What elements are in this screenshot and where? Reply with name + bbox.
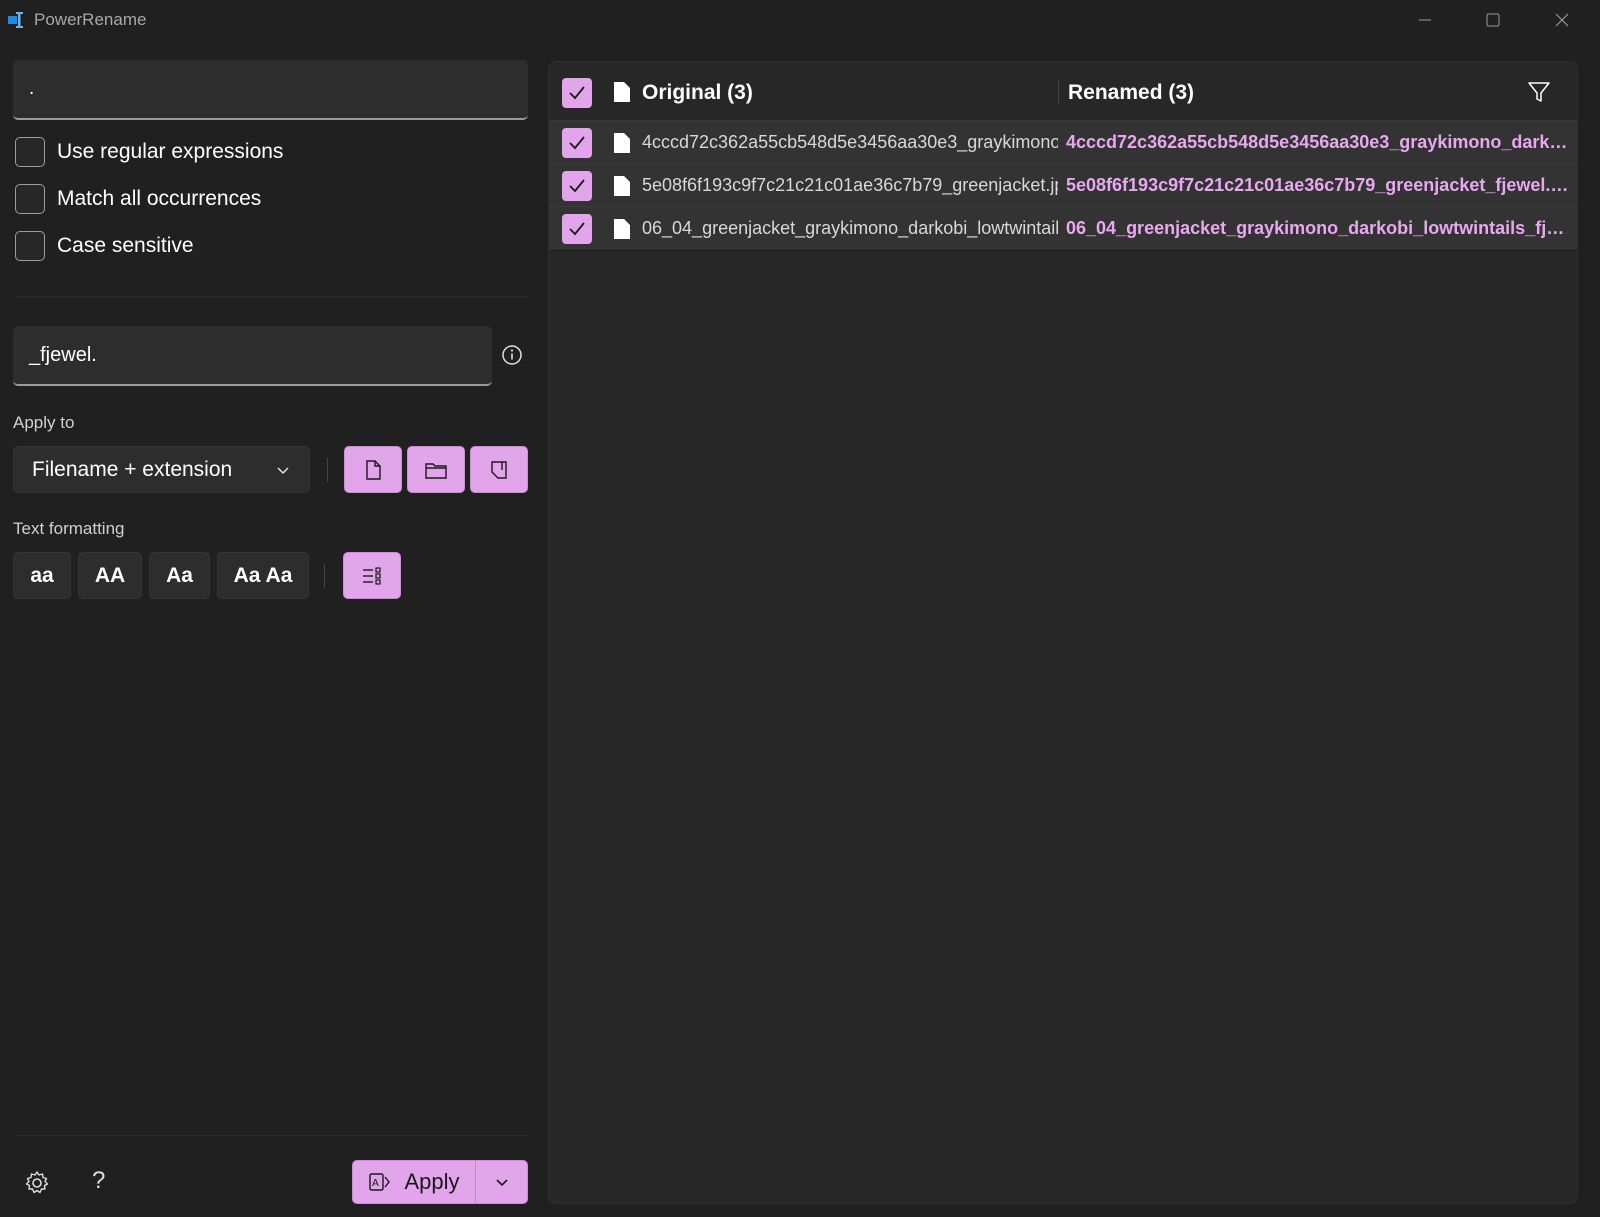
renamed-filename: 06_04_greenjacket_graykimono_darkobi_low…: [1066, 218, 1571, 238]
title-bar: PowerRename: [0, 0, 1600, 40]
file-icon: [614, 219, 630, 239]
maximize-button[interactable]: [1461, 0, 1525, 40]
select-all-checkbox[interactable]: [562, 78, 592, 108]
checkmark-icon: [569, 179, 585, 193]
divider: [549, 248, 1577, 249]
column-separator: [1058, 80, 1059, 104]
close-icon: [1555, 13, 1569, 27]
original-filename: 4cccd72c362a55cb548d5e3456aa30e3_graykim…: [642, 132, 1058, 152]
option-match-all-occurrences[interactable]: Match all occurrences: [15, 182, 261, 216]
renamed-filename: 5e08f6f193c9f7c21c21c01ae36c7b79_greenja…: [1066, 175, 1571, 195]
apply-to-dropdown[interactable]: Filename + extension: [13, 446, 310, 493]
chevron-down-icon: [496, 1179, 508, 1187]
row-checkbox[interactable]: [562, 171, 592, 201]
option-use-regular-expressions[interactable]: Use regular expressions: [15, 135, 283, 169]
rename-icon: A: [369, 1173, 391, 1191]
svg-text:A: A: [372, 1178, 379, 1189]
replace-input-value: _fjewel.: [29, 344, 97, 366]
search-input[interactable]: .: [13, 60, 528, 120]
option-label: Match all occurrences: [57, 187, 262, 210]
lowercase-button[interactable]: aa: [13, 552, 71, 599]
apply-to-label: Apply to: [13, 413, 75, 432]
renamed-column-header[interactable]: Renamed (3): [1068, 81, 1194, 105]
minimize-button[interactable]: [1393, 0, 1457, 40]
include-files-toggle[interactable]: [344, 446, 402, 493]
checkmark-icon: [569, 86, 585, 100]
window-title: PowerRename: [34, 10, 147, 29]
divider: [13, 1135, 528, 1136]
close-button[interactable]: [1530, 0, 1594, 40]
chevron-down-icon: [277, 466, 289, 474]
table-row[interactable]: 4cccd72c362a55cb548d5e3456aa30e3_graykim…: [549, 120, 1577, 163]
original-column-header[interactable]: Original (3): [642, 81, 753, 105]
replace-input[interactable]: _fjewel.: [13, 326, 492, 386]
table-row[interactable]: 06_04_greenjacket_graykimono_darkobi_low…: [549, 206, 1577, 249]
enumerate-items-icon: [363, 566, 381, 585]
file-icon: [614, 133, 630, 153]
info-icon[interactable]: [501, 344, 523, 366]
include-subfolders-toggle[interactable]: [470, 446, 528, 493]
apply-to-selected: Filename + extension: [32, 457, 233, 481]
option-case-sensitive[interactable]: Case sensitive: [15, 229, 194, 263]
filter-icon[interactable]: [1527, 80, 1551, 104]
apply-options-dropdown[interactable]: [476, 1161, 528, 1203]
divider: [13, 296, 528, 297]
original-filename: 06_04_greenjacket_graykimono_darkobi_low…: [642, 218, 1058, 238]
capitalize-each-word-button[interactable]: Aa Aa: [217, 552, 309, 599]
option-label: Case sensitive: [57, 234, 194, 257]
row-checkbox[interactable]: [562, 214, 592, 244]
uppercase-button[interactable]: AA: [78, 552, 142, 599]
search-input-value: .: [29, 78, 35, 99]
table-row[interactable]: 5e08f6f193c9f7c21c21c01ae36c7b79_greenja…: [549, 163, 1577, 206]
gear-icon[interactable]: [24, 1170, 50, 1196]
separator: [327, 458, 328, 482]
file-icon: [614, 176, 630, 196]
titlecase-button[interactable]: Aa: [149, 552, 210, 599]
checkmark-icon: [569, 222, 585, 236]
checkmark-icon: [569, 136, 585, 150]
text-formatting-label: Text formatting: [13, 519, 125, 538]
checkbox[interactable]: [15, 184, 45, 214]
file-icon: [614, 82, 630, 102]
checkbox[interactable]: [15, 137, 45, 167]
checkbox[interactable]: [15, 231, 45, 261]
include-folders-icon: [425, 462, 447, 479]
enumerate-items-toggle[interactable]: [343, 552, 401, 599]
apply-split-button: A Apply: [352, 1160, 528, 1204]
original-filename: 5e08f6f193c9f7c21c21c01ae36c7b79_greenja…: [642, 175, 1058, 195]
include-files-icon: [366, 459, 381, 480]
apply-label: Apply: [404, 1169, 460, 1194]
powerrename-app-icon: [8, 12, 23, 28]
apply-button[interactable]: A Apply: [353, 1161, 475, 1203]
separator: [324, 564, 325, 588]
maximize-icon: [1486, 13, 1500, 27]
include-subfolders-icon: [491, 460, 507, 479]
option-label: Use regular expressions: [57, 140, 284, 163]
minimize-icon: [1419, 19, 1431, 21]
include-folders-toggle[interactable]: [407, 446, 465, 493]
row-checkbox[interactable]: [562, 128, 592, 158]
help-button[interactable]: ?: [92, 1167, 105, 1195]
renamed-filename: 4cccd72c362a55cb548d5e3456aa30e3_graykim…: [1066, 132, 1571, 152]
